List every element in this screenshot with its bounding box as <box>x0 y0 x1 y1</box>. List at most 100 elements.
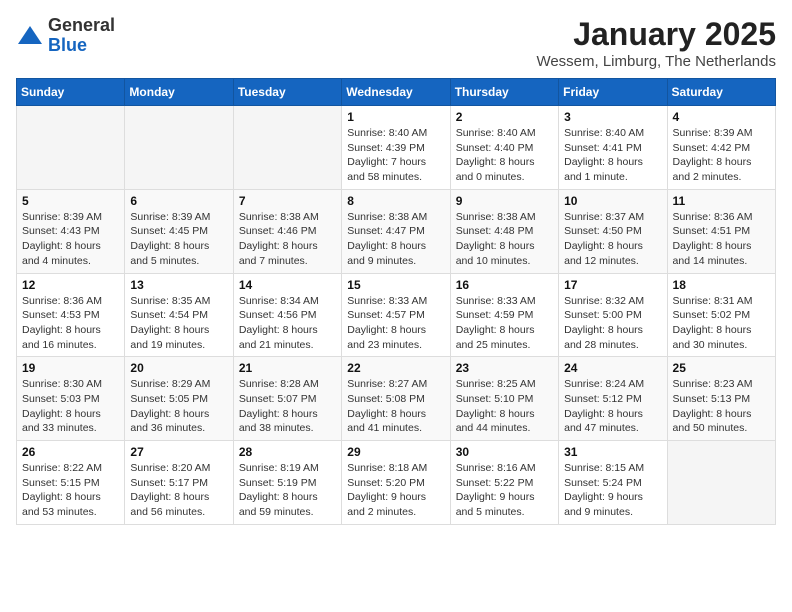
calendar-cell: 17 Sunrise: 8:32 AMSunset: 5:00 PMDayligh… <box>559 273 667 357</box>
day-number: 11 <box>673 194 770 208</box>
day-info: Sunrise: 8:39 AMSunset: 4:42 PMDaylight:… <box>673 126 770 185</box>
day-number: 17 <box>564 278 661 292</box>
day-info: Sunrise: 8:29 AMSunset: 5:05 PMDaylight:… <box>130 377 227 436</box>
day-number: 24 <box>564 361 661 375</box>
logo-blue: Blue <box>48 36 115 56</box>
calendar-body: 1 Sunrise: 8:40 AMSunset: 4:39 PMDaylight… <box>17 106 776 525</box>
weekday-header-wednesday: Wednesday <box>342 79 450 106</box>
calendar-cell: 18 Sunrise: 8:31 AMSunset: 5:02 PMDayligh… <box>667 273 775 357</box>
day-number: 19 <box>22 361 119 375</box>
calendar-week-1: 1 Sunrise: 8:40 AMSunset: 4:39 PMDaylight… <box>17 106 776 190</box>
day-number: 23 <box>456 361 553 375</box>
day-number: 22 <box>347 361 444 375</box>
calendar-cell: 25 Sunrise: 8:23 AMSunset: 5:13 PMDayligh… <box>667 357 775 441</box>
calendar-cell: 21Sunrise: 8:28 AMSunset: 5:07 PMDayligh… <box>233 357 341 441</box>
day-info: Sunrise: 8:18 AMSunset: 5:20 PMDaylight:… <box>347 461 444 520</box>
logo-general: General <box>48 16 115 36</box>
day-number: 2 <box>456 110 553 124</box>
calendar-cell: 5Sunrise: 8:39 AMSunset: 4:43 PMDaylight… <box>17 189 125 273</box>
day-info: Sunrise: 8:34 AMSunset: 4:56 PMDaylight:… <box>239 294 336 353</box>
weekday-header-friday: Friday <box>559 79 667 106</box>
calendar-cell: 8 Sunrise: 8:38 AMSunset: 4:47 PMDaylight… <box>342 189 450 273</box>
day-info: Sunrise: 8:32 AMSunset: 5:00 PMDaylight:… <box>564 294 661 353</box>
day-number: 25 <box>673 361 770 375</box>
day-info: Sunrise: 8:16 AMSunset: 5:22 PMDaylight:… <box>456 461 553 520</box>
calendar-cell <box>125 106 233 190</box>
calendar-cell: 1 Sunrise: 8:40 AMSunset: 4:39 PMDaylight… <box>342 106 450 190</box>
calendar-cell <box>233 106 341 190</box>
weekday-header-saturday: Saturday <box>667 79 775 106</box>
calendar-cell: 20 Sunrise: 8:29 AMSunset: 5:05 PMDayligh… <box>125 357 233 441</box>
day-info: Sunrise: 8:15 AMSunset: 5:24 PMDaylight:… <box>564 461 661 520</box>
title-block: January 2025 Wessem, Limburg, The Nether… <box>536 16 776 70</box>
calendar-cell: 27 Sunrise: 8:20 AMSunset: 5:17 PMDayligh… <box>125 441 233 525</box>
calendar-week-3: 12 Sunrise: 8:36 AMSunset: 4:53 PMDayligh… <box>17 273 776 357</box>
page-subtitle: Wessem, Limburg, The Netherlands <box>536 53 776 70</box>
day-info: Sunrise: 8:33 AMSunset: 4:59 PMDaylight:… <box>456 294 553 353</box>
weekday-header-tuesday: Tuesday <box>233 79 341 106</box>
day-number: 20 <box>130 361 227 375</box>
day-number: 4 <box>673 110 770 124</box>
calendar-cell: 19Sunrise: 8:30 AMSunset: 5:03 PMDayligh… <box>17 357 125 441</box>
calendar-header: SundayMondayTuesdayWednesdayThursdayFrid… <box>17 79 776 106</box>
calendar-cell: 4 Sunrise: 8:39 AMSunset: 4:42 PMDaylight… <box>667 106 775 190</box>
day-info: Sunrise: 8:27 AMSunset: 5:08 PMDaylight:… <box>347 377 444 436</box>
day-info: Sunrise: 8:24 AMSunset: 5:12 PMDaylight:… <box>564 377 661 436</box>
weekday-header-monday: Monday <box>125 79 233 106</box>
logo-text: General Blue <box>48 16 115 56</box>
day-number: 31 <box>564 445 661 459</box>
logo-icon <box>16 22 44 50</box>
day-info: Sunrise: 8:19 AMSunset: 5:19 PMDaylight:… <box>239 461 336 520</box>
calendar-cell: 22 Sunrise: 8:27 AMSunset: 5:08 PMDayligh… <box>342 357 450 441</box>
calendar-cell: 29 Sunrise: 8:18 AMSunset: 5:20 PMDayligh… <box>342 441 450 525</box>
day-info: Sunrise: 8:31 AMSunset: 5:02 PMDaylight:… <box>673 294 770 353</box>
day-number: 28 <box>239 445 336 459</box>
calendar-cell: 3Sunrise: 8:40 AMSunset: 4:41 PMDaylight… <box>559 106 667 190</box>
day-info: Sunrise: 8:23 AMSunset: 5:13 PMDaylight:… <box>673 377 770 436</box>
day-info: Sunrise: 8:35 AMSunset: 4:54 PMDaylight:… <box>130 294 227 353</box>
day-number: 16 <box>456 278 553 292</box>
calendar-cell: 2 Sunrise: 8:40 AMSunset: 4:40 PMDaylight… <box>450 106 558 190</box>
day-number: 1 <box>347 110 444 124</box>
calendar-cell: 23 Sunrise: 8:25 AMSunset: 5:10 PMDayligh… <box>450 357 558 441</box>
day-number: 7 <box>239 194 336 208</box>
day-number: 26 <box>22 445 119 459</box>
day-info: Sunrise: 8:38 AMSunset: 4:47 PMDaylight:… <box>347 210 444 269</box>
day-number: 10 <box>564 194 661 208</box>
calendar-cell: 13 Sunrise: 8:35 AMSunset: 4:54 PMDayligh… <box>125 273 233 357</box>
day-info: Sunrise: 8:36 AMSunset: 4:53 PMDaylight:… <box>22 294 119 353</box>
calendar-table: SundayMondayTuesdayWednesdayThursdayFrid… <box>16 78 776 525</box>
day-number: 13 <box>130 278 227 292</box>
calendar-cell: 30Sunrise: 8:16 AMSunset: 5:22 PMDayligh… <box>450 441 558 525</box>
day-info: Sunrise: 8:28 AMSunset: 5:07 PMDaylight:… <box>239 377 336 436</box>
day-number: 5 <box>22 194 119 208</box>
day-number: 8 <box>347 194 444 208</box>
page-header: General Blue January 2025 Wessem, Limbur… <box>16 16 776 70</box>
day-info: Sunrise: 8:36 AMSunset: 4:51 PMDaylight:… <box>673 210 770 269</box>
calendar-cell: 10 Sunrise: 8:37 AMSunset: 4:50 PMDayligh… <box>559 189 667 273</box>
weekday-row: SundayMondayTuesdayWednesdayThursdayFrid… <box>17 79 776 106</box>
day-number: 9 <box>456 194 553 208</box>
day-number: 6 <box>130 194 227 208</box>
calendar-cell: 6Sunrise: 8:39 AMSunset: 4:45 PMDaylight… <box>125 189 233 273</box>
day-info: Sunrise: 8:40 AMSunset: 4:40 PMDaylight:… <box>456 126 553 185</box>
calendar-cell: 7 Sunrise: 8:38 AMSunset: 4:46 PMDaylight… <box>233 189 341 273</box>
day-number: 18 <box>673 278 770 292</box>
day-number: 29 <box>347 445 444 459</box>
calendar-week-4: 19Sunrise: 8:30 AMSunset: 5:03 PMDayligh… <box>17 357 776 441</box>
calendar-cell: 12 Sunrise: 8:36 AMSunset: 4:53 PMDayligh… <box>17 273 125 357</box>
day-info: Sunrise: 8:40 AMSunset: 4:39 PMDaylight:… <box>347 126 444 185</box>
calendar-cell: 16 Sunrise: 8:33 AMSunset: 4:59 PMDayligh… <box>450 273 558 357</box>
day-number: 15 <box>347 278 444 292</box>
day-info: Sunrise: 8:38 AMSunset: 4:46 PMDaylight:… <box>239 210 336 269</box>
calendar-cell: 14Sunrise: 8:34 AMSunset: 4:56 PMDayligh… <box>233 273 341 357</box>
day-info: Sunrise: 8:37 AMSunset: 4:50 PMDaylight:… <box>564 210 661 269</box>
calendar-cell <box>667 441 775 525</box>
day-number: 27 <box>130 445 227 459</box>
day-number: 12 <box>22 278 119 292</box>
calendar-cell <box>17 106 125 190</box>
day-info: Sunrise: 8:20 AMSunset: 5:17 PMDaylight:… <box>130 461 227 520</box>
calendar-cell: 11 Sunrise: 8:36 AMSunset: 4:51 PMDayligh… <box>667 189 775 273</box>
day-info: Sunrise: 8:25 AMSunset: 5:10 PMDaylight:… <box>456 377 553 436</box>
logo: General Blue <box>16 16 115 56</box>
